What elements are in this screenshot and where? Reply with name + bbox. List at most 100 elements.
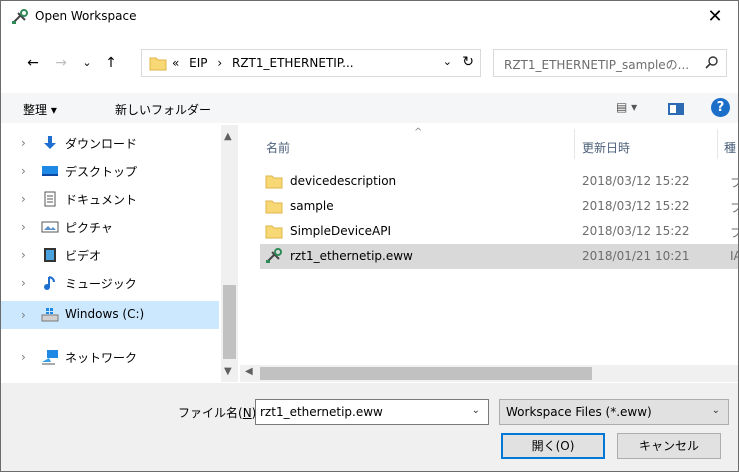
chevron-right-icon[interactable]: ›: [21, 350, 26, 364]
nav-pane-scrollbar[interactable]: ▲: [221, 125, 238, 365]
chevron-right-icon[interactable]: ›: [21, 164, 26, 178]
folder-icon: [149, 57, 167, 71]
address-bar[interactable]: « EIP › RZT1_ETHERNETIP... ⌄ ↻: [141, 49, 481, 77]
forward-arrow-icon: →: [55, 55, 67, 71]
chevron-down-icon: ⌄: [82, 56, 92, 69]
chevron-right-icon[interactable]: ›: [21, 136, 26, 150]
address-row: ← → ⌄ ↑ « EIP › RZT1_ETHERNETIP... ⌄ ↻ R…: [1, 49, 738, 77]
file-date: 2018/03/12 15:22: [582, 174, 690, 188]
up-button[interactable]: ↑: [101, 53, 121, 73]
filename-field[interactable]: rzt1_ethernetip.eww ⌄: [255, 399, 489, 425]
column-header-name[interactable]: 名前: [260, 125, 560, 165]
drive-icon: [41, 308, 59, 322]
videos-icon: [44, 248, 56, 262]
column-header-label: 更新日時: [582, 141, 631, 155]
file-type-filter[interactable]: Workspace Files (*.eww) ⌄: [499, 399, 729, 425]
scrollbar-thumb[interactable]: [223, 285, 236, 359]
breadcrumb-item[interactable]: RZT1_ETHERNETIP...: [232, 56, 354, 70]
file-date: 2018/01/21 10:21: [582, 249, 690, 263]
file-list: ^ 名前 更新日時 種 devicedescription 2018/03/12…: [240, 125, 738, 365]
breadcrumb-overflow[interactable]: «: [172, 56, 179, 70]
chevron-right-icon[interactable]: ›: [21, 220, 26, 234]
breadcrumb-separator[interactable]: ›: [217, 56, 222, 70]
chevron-down-icon[interactable]: ⌄: [472, 405, 480, 416]
nav-item-desktop[interactable]: › デスクトップ: [1, 157, 219, 185]
scroll-left-icon[interactable]: ◀: [245, 366, 253, 377]
address-dropdown-icon[interactable]: ⌄: [443, 55, 452, 68]
nav-item-videos[interactable]: › ビデオ: [1, 241, 219, 269]
column-header-date[interactable]: 更新日時: [576, 125, 716, 165]
search-input[interactable]: RZT1_ETHERNETIP_sampleの...: [493, 49, 727, 77]
open-button[interactable]: 開く(O): [501, 433, 605, 459]
close-button[interactable]: ✕: [692, 1, 738, 33]
workspace-file-icon: [266, 248, 282, 263]
download-icon: [44, 136, 56, 149]
chevron-right-icon[interactable]: ›: [21, 192, 26, 206]
file-list-horizontal-scrollbar[interactable]: ◀: [240, 365, 738, 382]
back-arrow-icon: ←: [27, 55, 39, 71]
iar-tools-icon: [12, 9, 28, 24]
chevron-down-icon: ⌄: [711, 405, 720, 416]
nav-item-label: ネットワーク: [65, 351, 138, 365]
nav-item-label: ビデオ: [65, 249, 102, 263]
column-header-label: 名前: [266, 141, 291, 155]
chevron-right-icon[interactable]: ›: [21, 276, 26, 290]
dialog-footer: ファイル名(N): rzt1_ethernetip.eww ⌄ Workspac…: [1, 383, 738, 471]
chevron-right-icon[interactable]: ›: [21, 308, 26, 322]
filename-label: ファイル名(N):: [178, 404, 260, 421]
forward-button[interactable]: →: [51, 53, 71, 73]
column-header-type[interactable]: 種: [719, 125, 738, 165]
file-row[interactable]: rzt1_ethernetip.eww 2018/01/21 10:21 IA: [260, 244, 738, 269]
scroll-down-icon[interactable]: ▼: [224, 366, 232, 377]
nav-item-label: ダウンロード: [65, 137, 138, 151]
organize-button[interactable]: 整理 ▾: [23, 101, 57, 118]
column-divider[interactable]: [717, 129, 718, 159]
refresh-icon[interactable]: ↻: [462, 54, 474, 70]
file-name: sample: [290, 199, 334, 213]
file-type: IA: [730, 249, 738, 263]
nav-item-windows-c[interactable]: › Windows (C:): [1, 301, 219, 329]
view-options-button[interactable]: ▤ ▾: [616, 100, 637, 114]
column-header-label: 種: [724, 141, 737, 155]
documents-icon: [44, 191, 56, 207]
file-name: devicedescription: [290, 174, 397, 188]
nav-item-pictures[interactable]: › ピクチャ: [1, 213, 219, 241]
breadcrumb: « EIP › RZT1_ETHERNETIP...: [172, 56, 360, 70]
column-divider[interactable]: [574, 129, 575, 159]
filename-value: rzt1_ethernetip.eww: [260, 405, 383, 419]
up-arrow-icon: ↑: [105, 55, 117, 71]
nav-pane-scroll-down[interactable]: ▼: [221, 365, 238, 382]
scroll-up-icon[interactable]: ▲: [224, 131, 232, 142]
recent-locations-button[interactable]: ⌄: [77, 53, 97, 73]
file-row[interactable]: devicedescription 2018/03/12 15:22 フ: [260, 169, 738, 194]
title-bar: Open Workspace ✕: [1, 1, 738, 33]
nav-item-documents[interactable]: › ドキュメント: [1, 185, 219, 213]
filename-label-text: ファイル名(: [178, 406, 243, 420]
nav-item-network[interactable]: › ネットワーク: [1, 343, 219, 371]
file-type-filter-value: Workspace Files (*.eww): [506, 405, 652, 419]
nav-item-downloads[interactable]: › ダウンロード: [1, 129, 219, 157]
folder-icon: [265, 175, 283, 189]
chevron-right-icon[interactable]: ›: [21, 248, 26, 262]
breadcrumb-item[interactable]: EIP: [189, 56, 207, 70]
nav-item-label: ミュージック: [65, 277, 137, 291]
pictures-icon: [41, 221, 59, 233]
music-icon: [44, 276, 55, 290]
file-row[interactable]: sample 2018/03/12 15:22 フ: [260, 194, 738, 219]
file-date: 2018/03/12 15:22: [582, 224, 690, 238]
nav-item-label: ドキュメント: [65, 193, 138, 207]
nav-item-music[interactable]: › ミュージック: [1, 269, 219, 297]
help-icon[interactable]: ?: [711, 98, 730, 117]
scrollbar-thumb[interactable]: [260, 367, 592, 380]
new-folder-button[interactable]: 新しいフォルダー: [115, 101, 211, 118]
navigation-pane: › ダウンロード › デスクトップ › ドキュメント › ピクチャ › ビデオ …: [1, 125, 239, 385]
filename-label-accesskey: N: [242, 406, 252, 420]
nav-item-label: デスクトップ: [65, 165, 138, 179]
window-title: Open Workspace: [35, 9, 137, 23]
back-button[interactable]: ←: [23, 53, 43, 73]
cancel-button[interactable]: キャンセル: [617, 433, 721, 459]
folder-icon: [265, 200, 283, 214]
file-row[interactable]: SimpleDeviceAPI 2018/03/12 15:22 フ: [260, 219, 738, 244]
open-workspace-dialog: Open Workspace ✕ ← → ⌄ ↑ « EIP › RZT1_ET…: [0, 0, 739, 472]
preview-pane-icon[interactable]: [668, 103, 684, 115]
